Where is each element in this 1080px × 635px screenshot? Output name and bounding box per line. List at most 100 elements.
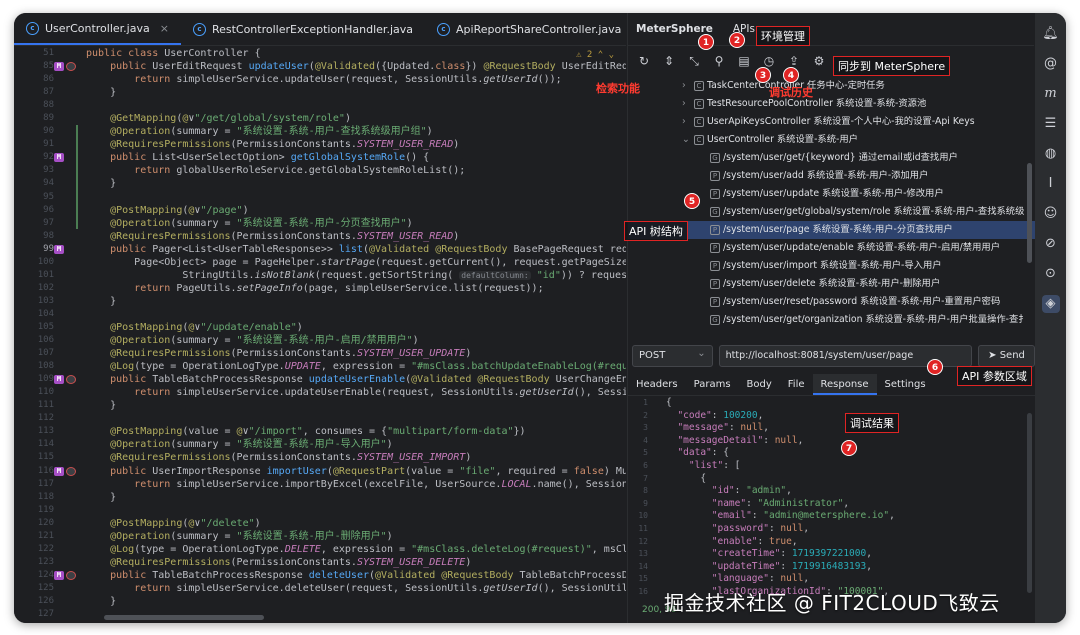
metersphere-gutter-icon[interactable]: M xyxy=(54,466,64,476)
tree-api-node[interactable]: P/system/user/delete 系统设置-系统-用户-删除用户 xyxy=(628,275,1035,293)
swirl-icon[interactable]: @ xyxy=(1042,55,1060,73)
tree-controller-node[interactable]: › C TaskCenterController 任务中心-定时任务 xyxy=(628,77,1035,95)
m-icon[interactable]: m xyxy=(1042,85,1060,103)
code-editor[interactable]: 51 85 M 86 87 88 89 90 91 92 M 93 94 95 96 97 98 99 M 100 10… xyxy=(14,47,626,623)
code-line[interactable]: return PageUtils.setPageInfo(page, simpl… xyxy=(86,282,626,295)
refresh-icon[interactable]: ↻ xyxy=(636,54,652,68)
code-line[interactable]: } xyxy=(86,177,626,190)
param-tab-file[interactable]: File xyxy=(780,374,813,395)
globe-icon[interactable]: ◍ xyxy=(1042,145,1060,163)
env-icon[interactable]: ▤ xyxy=(736,54,752,68)
sync-icon[interactable]: ⇪ xyxy=(786,54,802,68)
param-tab-body[interactable]: Body xyxy=(739,374,780,395)
metersphere-gutter-icon[interactable]: M xyxy=(54,375,64,385)
code-line[interactable]: @RequiresPermissions(PermissionConstants… xyxy=(86,347,626,360)
list-icon[interactable]: Ⅰ xyxy=(1042,175,1060,193)
metersphere-gutter-icon[interactable]: M xyxy=(54,244,64,254)
editor-tab[interactable]: c RestControllerExceptionHandler.java xyxy=(181,13,425,45)
param-tab-response[interactable]: Response xyxy=(812,374,877,395)
tree-toggle-icon[interactable]: › xyxy=(682,95,694,113)
bell-icon[interactable]: 🔔︎ xyxy=(1042,25,1060,43)
tree-controller-node[interactable]: › C UserApiKeysController 系统设置-个人中心-我的设置-A… xyxy=(628,113,1035,131)
code-line[interactable]: StringUtils.isNotBlank(request.getSortSt… xyxy=(86,269,626,282)
code-line[interactable]: } xyxy=(86,399,626,412)
tree-toggle-icon[interactable]: › xyxy=(682,113,694,131)
tree-scrollbar[interactable] xyxy=(1027,163,1032,263)
code-line[interactable]: } xyxy=(86,595,626,608)
code-line[interactable]: @Operation(summary = "系统设置-系统-用户-查找系统级用户… xyxy=(86,125,626,138)
search-api-icon[interactable]: ⚲ xyxy=(711,54,727,68)
code-line[interactable]: @Log(type = OperationLogType.DELETE, exp… xyxy=(86,543,626,556)
mapping-gutter-icon[interactable] xyxy=(66,62,76,72)
code-line[interactable]: public Pager<List<UserTableResponse>> li… xyxy=(86,243,626,256)
code-line[interactable]: @PostMapping(@∨"/update/enable") xyxy=(86,321,626,334)
code-line[interactable]: @RequiresPermissions(PermissionConstants… xyxy=(86,451,626,464)
tree-toggle-icon[interactable]: ⌄ xyxy=(682,131,694,149)
code-line[interactable]: } xyxy=(86,295,626,308)
code-line[interactable]: public List<UserSelectOption> getGlobalS… xyxy=(86,151,626,164)
horizontal-scrollbar[interactable] xyxy=(104,615,264,620)
tree-controller-node[interactable]: › C TestResourcePoolController 系统设置-系统-资源池 xyxy=(628,95,1035,113)
code-line[interactable]: @RequiresPermissions(PermissionConstants… xyxy=(86,556,626,569)
code-line[interactable]: public TableBatchProcessResponse deleteU… xyxy=(86,569,626,582)
response-body[interactable]: 1{2 "code": 100200, 3 "message": null, 4 "… xyxy=(628,397,1035,607)
code-line[interactable]: public UserImportResponse importUser(@Re… xyxy=(86,465,626,478)
ban-icon[interactable]: ⊘ xyxy=(1042,235,1060,253)
code-line[interactable]: @Operation(summary = "系统设置-系统-用户-启用/禁用用户… xyxy=(86,334,626,347)
people-icon[interactable]: ☺ xyxy=(1042,205,1060,223)
warning-indicator[interactable]: ⚠ 2 ⌃ ⌄ xyxy=(572,50,618,60)
method-select[interactable]: POST xyxy=(632,344,713,367)
metersphere-gutter-icon[interactable]: M xyxy=(54,62,64,72)
mapping-gutter-icon[interactable] xyxy=(66,466,76,476)
response-scrollbar[interactable] xyxy=(1027,413,1032,593)
panel-title[interactable]: MeterSphere xyxy=(636,23,713,35)
close-tab-icon[interactable]: × xyxy=(160,22,169,35)
code-line[interactable] xyxy=(86,99,626,112)
code-line[interactable]: return simpleUserService.importByExcel(e… xyxy=(86,478,626,491)
history-icon[interactable]: ◷ xyxy=(761,54,777,68)
code-line[interactable]: @GetMapping(@∨"/get/global/system/role") xyxy=(86,112,626,125)
tree-toggle-icon[interactable]: › xyxy=(682,77,694,95)
tree-api-node[interactable]: P/system/user/reset/password 系统设置-系统-用户-… xyxy=(628,293,1035,311)
code-line[interactable]: return simpleUserService.updateUserEnabl… xyxy=(86,386,626,399)
cube-icon[interactable]: ◈ xyxy=(1041,295,1060,313)
settings-icon[interactable]: ⚙ xyxy=(811,54,827,68)
code-line[interactable]: @Operation(summary = "系统设置-系统-用户-分页查找用户"… xyxy=(86,217,626,230)
tree-api-node[interactable]: P/system/user/page 系统设置-系统-用户-分页查找用户 xyxy=(628,221,1035,239)
param-tab-params[interactable]: Params xyxy=(686,374,739,395)
code-line[interactable]: @Log(type = OperationLogType.UPDATE, exp… xyxy=(86,360,626,373)
tree-api-node[interactable]: P/system/user/update/enable 系统设置-系统-用户-启… xyxy=(628,239,1035,257)
send-button[interactable]: ➤ Send xyxy=(978,345,1035,367)
tree-api-node[interactable]: P/system/user/add 系统设置-系统-用户-添加用户 xyxy=(628,167,1035,185)
tree-controller-node[interactable]: ⌄ C UserController 系统设置-系统-用户 xyxy=(628,131,1035,149)
database-icon[interactable]: ☰ xyxy=(1042,115,1060,133)
param-tab-settings[interactable]: Settings xyxy=(877,374,934,395)
mapping-gutter-icon[interactable] xyxy=(66,375,76,385)
code-line[interactable]: Page<Object> page = PageHelper.startPage… xyxy=(86,256,626,269)
code-line[interactable]: return simpleUserService.updateUser(requ… xyxy=(86,73,626,86)
code-line[interactable]: return simpleUserService.deleteUser(requ… xyxy=(86,582,626,595)
code-line[interactable] xyxy=(86,191,626,204)
code-line[interactable]: @RequiresPermissions(PermissionConstants… xyxy=(86,138,626,151)
code-area[interactable]: public class UserController { public Use… xyxy=(86,47,626,623)
code-line[interactable] xyxy=(86,412,626,425)
code-line[interactable]: @PostMapping(@∨"/delete") xyxy=(86,517,626,530)
collapse-icon[interactable]: ⤡ xyxy=(686,54,702,69)
metersphere-gutter-icon[interactable]: M xyxy=(54,153,64,163)
mapping-gutter-icon[interactable] xyxy=(66,570,76,580)
code-line[interactable]: return globalUserRoleService.getGlobalSy… xyxy=(86,164,626,177)
code-line[interactable]: @Operation(summary = "系统设置-系统-用户-删除用户") xyxy=(86,530,626,543)
code-line[interactable]: } xyxy=(86,86,626,99)
tree-api-node[interactable]: G/system/user/get/organization 系统设置-系统-用… xyxy=(628,311,1035,329)
code-line[interactable] xyxy=(86,308,626,321)
code-line[interactable]: @Operation(summary = "系统设置-系统-用户-导入用户") xyxy=(86,438,626,451)
code-line[interactable]: @PostMapping(@∨"/page") xyxy=(86,204,626,217)
code-line[interactable]: public TableBatchProcessResponse updateU… xyxy=(86,373,626,386)
metersphere-gutter-icon[interactable]: M xyxy=(54,570,64,580)
tree-api-node[interactable]: G/system/user/get/{keyword} 通过email或id查找… xyxy=(628,149,1035,167)
editor-tab[interactable]: c ApiReportShareController.java xyxy=(425,13,633,45)
param-tab-headers[interactable]: Headers xyxy=(628,374,686,395)
code-line[interactable]: } xyxy=(86,491,626,504)
code-line[interactable]: @PostMapping(value = @∨"/import", consum… xyxy=(86,425,626,438)
code-line[interactable] xyxy=(86,504,626,517)
